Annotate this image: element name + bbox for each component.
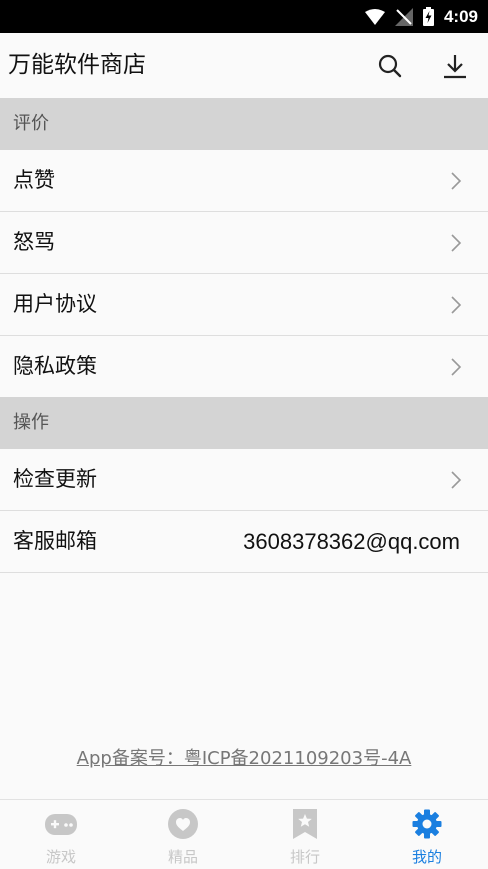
download-button[interactable]	[435, 46, 475, 86]
app-bar: 万能软件商店	[0, 33, 488, 98]
nav-item-label: 我的	[411, 848, 442, 866]
section-header-operation: 操作	[0, 397, 488, 449]
no-signal-icon	[394, 7, 413, 26]
battery-charging-icon	[422, 7, 434, 26]
list-item-scold[interactable]: 怒骂	[0, 212, 488, 274]
nav-item-mine[interactable]: 我的	[366, 800, 488, 869]
status-icons: 4:09	[364, 0, 478, 33]
nav-item-label: 游戏	[45, 848, 76, 866]
list-item-label: 检查更新	[13, 467, 97, 491]
wifi-icon	[364, 8, 385, 25]
chevron-right-icon	[451, 471, 462, 489]
list-item-label: 客服邮箱	[13, 529, 97, 553]
chevron-right-icon	[451, 234, 462, 252]
nav-item-featured[interactable]: 精品	[122, 800, 244, 869]
chevron-right-icon	[451, 358, 462, 376]
search-icon	[378, 54, 402, 78]
icp-record-link[interactable]: App备案号：粤ICP备2021109203号-4A	[0, 744, 488, 770]
gamepad-icon	[44, 809, 78, 839]
status-time: 4:09	[443, 6, 478, 26]
list-item-check-update[interactable]: 检查更新	[0, 449, 488, 511]
download-icon	[444, 55, 466, 79]
list-item-user-agreement[interactable]: 用户协议	[0, 274, 488, 336]
section-header-label: 评价	[13, 113, 49, 134]
nav-item-games[interactable]: 游戏	[0, 800, 122, 869]
bottom-nav: 游戏 精品 排行 我的	[0, 799, 488, 869]
nav-item-ranking[interactable]: 排行	[244, 800, 366, 869]
status-bar: 4:09	[0, 0, 488, 33]
list-item-label: 用户协议	[13, 292, 97, 316]
gear-icon	[410, 809, 444, 839]
nav-item-label: 精品	[167, 848, 198, 866]
section-header-review: 评价	[0, 98, 488, 150]
list-item-privacy-policy[interactable]: 隐私政策	[0, 336, 488, 398]
list-item-label: 怒骂	[13, 230, 55, 254]
nav-item-label: 排行	[289, 848, 320, 866]
bookmark-star-icon	[288, 809, 322, 839]
list-item-support-email[interactable]: 客服邮箱 3608378362@qq.com	[0, 511, 488, 573]
chevron-right-icon	[451, 296, 462, 314]
chevron-right-icon	[451, 172, 462, 190]
section-header-label: 操作	[13, 412, 49, 433]
list-item-label: 点赞	[13, 168, 55, 192]
heart-icon	[166, 809, 200, 839]
search-button[interactable]	[370, 46, 410, 86]
support-email-value: 3608378362@qq.com	[243, 529, 460, 554]
list-item-like[interactable]: 点赞	[0, 150, 488, 212]
app-title: 万能软件商店	[8, 52, 146, 78]
list-item-label: 隐私政策	[13, 354, 97, 378]
